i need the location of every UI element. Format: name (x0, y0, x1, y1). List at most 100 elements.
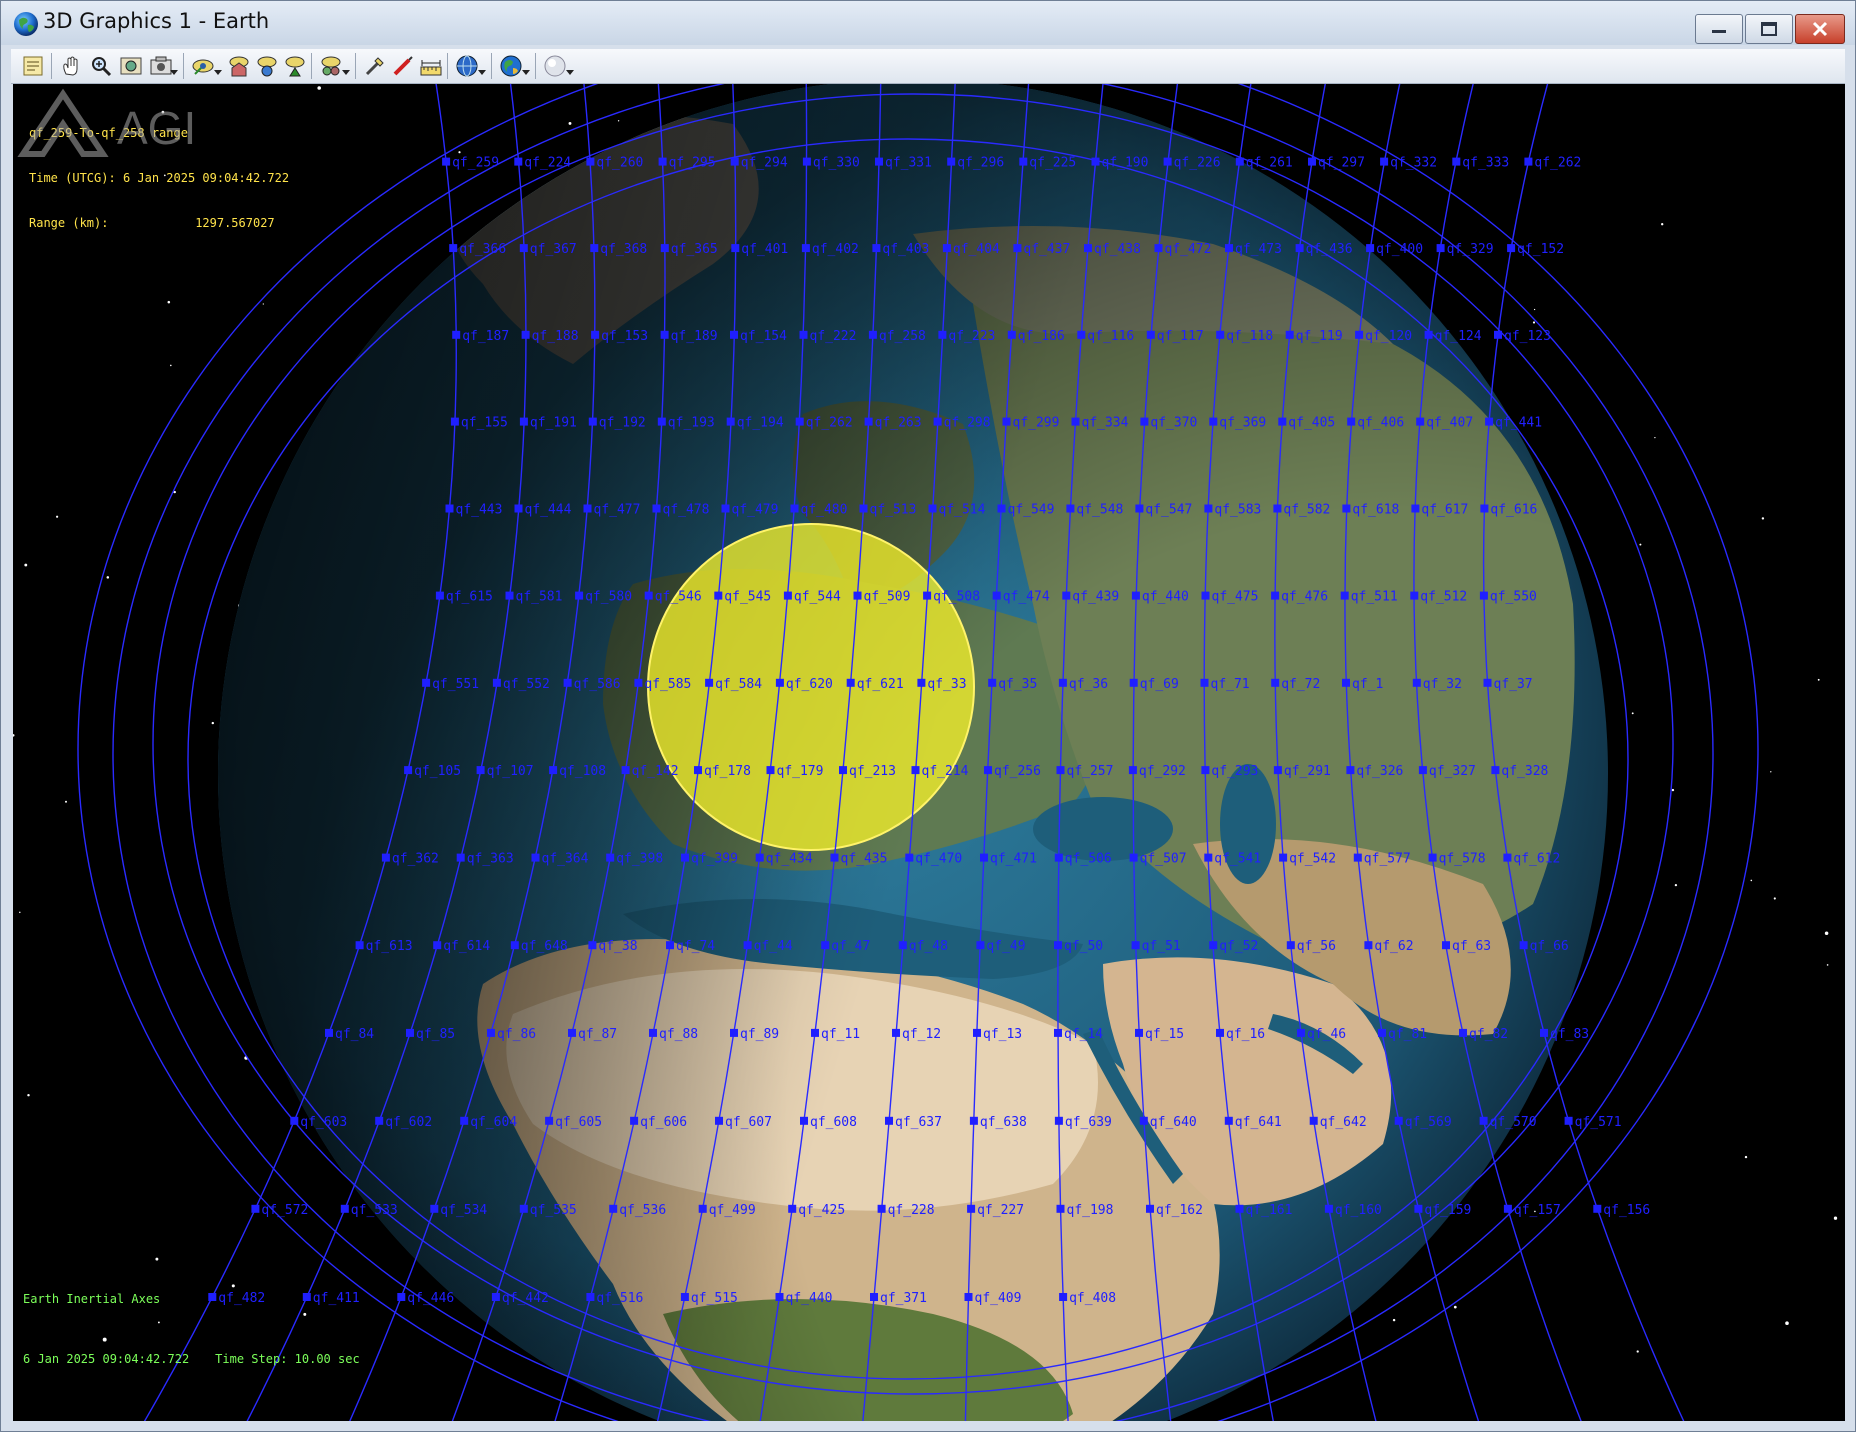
satellite-label: qf_547 (1145, 503, 1192, 518)
orbit-view-button[interactable] (253, 52, 281, 80)
satellite-label: qf_294 (741, 156, 788, 171)
maximize-button[interactable] (1745, 14, 1793, 44)
star (65, 800, 67, 803)
satellite-label: qf_52 (1219, 939, 1258, 954)
pan-button[interactable] (57, 52, 85, 80)
satellite-label: qf_509 (864, 590, 911, 605)
satellite-label: qf_444 (525, 503, 572, 518)
satellite-marker (1286, 941, 1295, 950)
zoom-button[interactable] (87, 52, 115, 80)
satellite-marker (1364, 941, 1373, 950)
satellite-marker (568, 1028, 576, 1037)
satellite-label: qf_480 (801, 503, 848, 518)
satellite-qf-329[interactable]: qf_329 (1436, 242, 1494, 257)
satellite-marker (1129, 853, 1138, 862)
satellite-label: qf_585 (644, 677, 691, 692)
satellite-qf-332[interactable]: qf_332 (1380, 156, 1437, 171)
satellite-qf-156[interactable]: qf_156 (1593, 1203, 1650, 1218)
pan-hand-icon (63, 56, 78, 76)
star (1773, 897, 1776, 900)
satellite-label: qf_366 (459, 242, 506, 257)
satellite-marker (705, 678, 714, 687)
satellite-marker (1507, 244, 1516, 253)
satellite-marker (743, 941, 752, 950)
satellite-label: qf_544 (794, 590, 841, 605)
satellite-qf-572[interactable]: qf_572 (251, 1203, 308, 1218)
satellite-marker (1564, 1116, 1573, 1125)
satellite-marker (1084, 244, 1092, 253)
star (1824, 931, 1829, 935)
satellite-marker (588, 941, 597, 950)
satellite-marker (775, 678, 784, 687)
close-button[interactable] (1795, 14, 1845, 44)
home-view-button[interactable] (225, 52, 253, 80)
star (1826, 964, 1829, 966)
title-bar[interactable]: 3D Graphics 1 - Earth (1, 1, 1855, 45)
satellite-label: qf_156 (1603, 1203, 1650, 1218)
satellite-qf-333[interactable]: qf_333 (1452, 156, 1509, 171)
satellite-qf-224[interactable]: qf_224 (514, 156, 571, 171)
satellite-label: qf_116 (1087, 329, 1134, 344)
satellite-label: qf_15 (1145, 1027, 1184, 1042)
satellite-label: qf_330 (813, 156, 860, 171)
satellite-marker (514, 157, 523, 166)
satellite-marker (783, 591, 792, 600)
save-image-button[interactable] (117, 52, 145, 80)
scene-canvas[interactable]: qf_259 qf_224 qf_260 qf_295 qf_294 qf_330 qf_3… (13, 84, 1845, 1421)
satellite-marker (514, 504, 523, 513)
satellite-label: qf_533 (351, 1203, 398, 1218)
satellite-qf-262[interactable]: qf_262 (1524, 156, 1581, 171)
satellite-label: qf_362 (392, 852, 439, 867)
satellite-marker (1077, 330, 1086, 339)
satellite-qf-571[interactable]: qf_571 (1564, 1115, 1622, 1130)
satellite-marker (911, 766, 920, 775)
satellite-qf-152[interactable]: qf_152 (1507, 242, 1564, 257)
satellite-label: qf_123 (1504, 329, 1551, 344)
satellite-marker (1452, 157, 1461, 166)
satellite-marker (877, 1204, 886, 1213)
minimize-button[interactable] (1695, 14, 1743, 44)
satellite-label: qf_616 (1490, 503, 1537, 518)
3d-viewport[interactable]: qf_259 qf_224 qf_260 qf_295 qf_294 qf_330 qf_3… (13, 84, 1845, 1421)
home-view-icon (229, 56, 249, 77)
satellite-marker (870, 1293, 878, 1301)
satellite-marker (491, 1293, 500, 1301)
satellite-label: qf_152 (1517, 242, 1564, 257)
properties-button[interactable] (19, 52, 47, 80)
satellite-marker (630, 1116, 639, 1125)
measure-pen-button[interactable] (389, 52, 417, 80)
satellite-label: qf_545 (724, 590, 771, 605)
satellite-label: qf_36 (1069, 677, 1108, 692)
satellite-label: qf_295 (669, 156, 716, 171)
pick-tool-button[interactable] (361, 52, 389, 80)
satellite-qf-446[interactable]: qf_446 (397, 1291, 454, 1306)
satellite-marker (967, 1204, 976, 1213)
satellite-marker (1273, 504, 1282, 513)
satellite-label: qf_602 (385, 1115, 432, 1130)
satellite-qf-259[interactable]: qf_259 (442, 156, 499, 171)
satellite-marker (1324, 1204, 1333, 1213)
satellite-label: qf_66 (1530, 939, 1569, 954)
satellite-marker (1410, 591, 1419, 600)
satellite-marker (799, 330, 808, 339)
satellite-marker (666, 941, 674, 950)
satellite-label: qf_89 (740, 1027, 779, 1042)
satellite-marker (1340, 591, 1349, 600)
satellite-label: qf_617 (1421, 503, 1468, 518)
satellite-label: qf_256 (994, 764, 1041, 779)
satellite-label: qf_33 (927, 677, 966, 692)
satellite-label: qf_154 (740, 329, 787, 344)
satellite-label: qf_298 (944, 416, 991, 431)
satellite-marker (1459, 1028, 1467, 1037)
north-view-button[interactable] (281, 52, 309, 80)
satellite-label: qf_508 (933, 590, 980, 605)
satellite-marker (590, 244, 599, 253)
satellite-qf-533[interactable]: qf_533 (340, 1203, 398, 1218)
ruler-button[interactable] (417, 52, 445, 80)
satellite-label: qf_190 (1102, 156, 1149, 171)
satellite-marker (1054, 941, 1062, 950)
satellite-qf-123[interactable]: qf_123 (1494, 329, 1551, 344)
satellite-marker (1503, 1204, 1512, 1213)
satellite-label: qf_293 (1211, 764, 1258, 779)
satellite-label: qf_551 (432, 677, 479, 692)
